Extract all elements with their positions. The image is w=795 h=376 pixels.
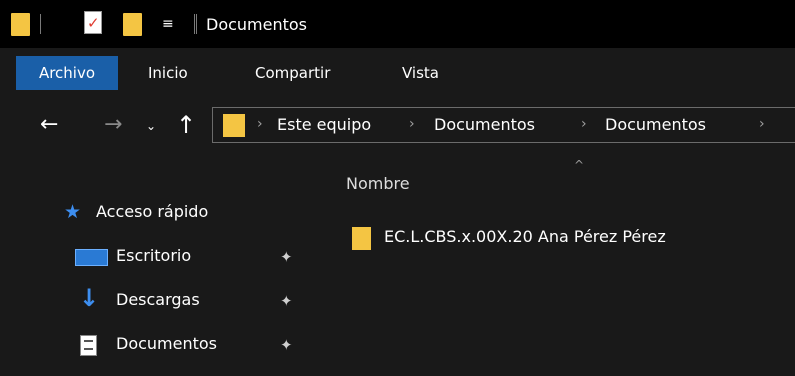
sidebar-item-label: Descargas [116, 290, 200, 309]
forward-button[interactable]: → [104, 108, 122, 142]
quick-access-toolbar-menu[interactable]: ≡ [162, 16, 174, 32]
recent-locations-button[interactable]: ⌄ [146, 109, 156, 143]
window-title: Documentos [206, 15, 308, 34]
breadcrumb-separator[interactable]: › [581, 116, 587, 132]
sort-ascending-icon: ^ [574, 158, 585, 172]
breadcrumb-este-equipo[interactable]: Este equipo [277, 115, 371, 135]
breadcrumb-documentos[interactable]: Documentos [434, 115, 535, 135]
sidebar-item-documentos[interactable]: Documentos ✦ [0, 330, 330, 360]
tab-compartir[interactable]: Compartir [255, 56, 330, 90]
list-item[interactable]: EC.L.CBS.x.00X.20 Ana Pérez Pérez [344, 222, 774, 252]
folder-icon [223, 114, 245, 137]
breadcrumb-separator[interactable]: › [409, 116, 415, 132]
documents-icon [80, 335, 97, 356]
tab-inicio[interactable]: Inicio [148, 56, 188, 90]
sidebar-item-descargas[interactable]: ↓ Descargas ✦ [0, 286, 330, 316]
address-bar[interactable]: › Este equipo › Documentos › Documentos … [212, 107, 795, 143]
file-name: EC.L.CBS.x.00X.20 Ana Pérez Pérez [384, 227, 666, 246]
breadcrumb-separator[interactable]: › [759, 116, 765, 132]
title-bar: ✓ ≡ Documentos [0, 0, 795, 48]
up-button[interactable]: ↑ [176, 108, 196, 142]
breadcrumb-separator[interactable]: › [257, 116, 263, 132]
column-header-nombre[interactable]: Nombre [346, 174, 410, 194]
folder-icon [352, 227, 371, 250]
sidebar-item-label: Escritorio [116, 246, 192, 265]
pin-icon[interactable]: ✦ [280, 248, 293, 266]
tab-vista[interactable]: Vista [402, 56, 439, 90]
title-separator [194, 14, 197, 34]
folder-icon [11, 13, 30, 36]
download-arrow-icon: ↓ [79, 284, 100, 312]
ribbon-tabs: Archivo Inicio Compartir Vista [0, 56, 795, 90]
new-folder-icon[interactable] [123, 13, 142, 36]
navigation-pane: ★ Acceso rápido Escritorio ✦ ↓ Descargas… [0, 160, 330, 376]
desktop-icon [75, 249, 108, 266]
properties-icon[interactable]: ✓ [84, 11, 102, 34]
pin-icon[interactable]: ✦ [280, 292, 293, 310]
back-button[interactable]: ← [40, 108, 58, 142]
sidebar-item-escritorio[interactable]: Escritorio ✦ [0, 242, 330, 272]
star-icon: ★ [64, 201, 82, 223]
sidebar-item-label: Acceso rápido [96, 202, 209, 221]
title-separator [40, 14, 43, 34]
navigation-bar: ← → ⌄ ↑ › Este equipo › Documentos › Doc… [0, 96, 795, 156]
pin-icon[interactable]: ✦ [280, 336, 293, 354]
file-list: ^ Nombre EC.L.CBS.x.00X.20 Ana Pérez Pér… [330, 156, 795, 376]
tab-archivo[interactable]: Archivo [16, 56, 118, 90]
breadcrumb-documentos-current[interactable]: Documentos [605, 115, 706, 135]
sidebar-item-label: Documentos [116, 334, 218, 353]
sidebar-item-acceso-rapido[interactable]: ★ Acceso rápido [0, 198, 330, 228]
